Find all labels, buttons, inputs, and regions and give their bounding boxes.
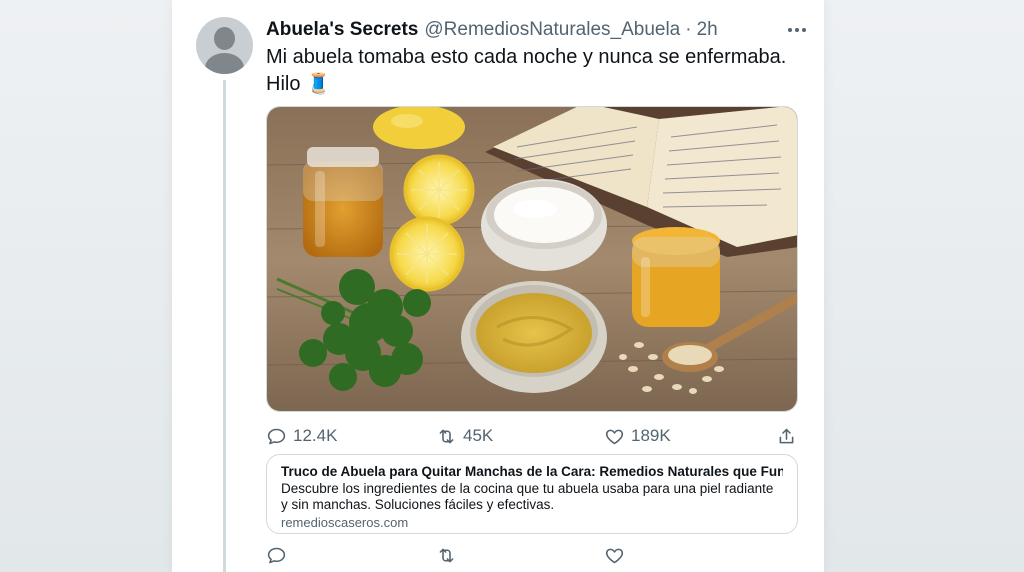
next-tweet-actions (266, 543, 798, 567)
retweet-count: 45K (463, 426, 494, 445)
tweet-media-image[interactable] (266, 106, 798, 412)
retweet-icon (439, 548, 454, 562)
like-count: 189K (631, 426, 671, 445)
remedies-photo (267, 107, 797, 411)
tweet-card: Abuela's Secrets @RemediosNaturales_Abue… (172, 0, 824, 572)
reply-button-2[interactable] (266, 543, 293, 567)
paste-bowl (461, 281, 607, 393)
retweet-button[interactable]: 45K (436, 424, 493, 448)
retweet-button-2[interactable] (436, 543, 463, 567)
reply-count: 12.4K (293, 426, 338, 445)
avatar[interactable] (196, 17, 253, 74)
background-left (0, 0, 172, 572)
timestamp[interactable]: 2h (697, 19, 718, 41)
like-button-2[interactable] (604, 543, 631, 567)
link-card-domain: remedioscaseros.com (281, 515, 409, 530)
yogurt-bowl (481, 179, 607, 271)
heart-icon (605, 429, 624, 444)
link-card-description: Descubre los ingredientes de la cocina q… (281, 481, 774, 512)
honey-jar (303, 147, 383, 257)
reply-icon (267, 547, 286, 563)
more-options-icon[interactable] (776, 17, 806, 43)
share-button[interactable] (776, 424, 803, 448)
reply-button[interactable]: 12.4K (266, 424, 337, 448)
share-icon (779, 428, 794, 443)
avatar-head-icon (214, 27, 235, 50)
reply-icon (267, 428, 286, 444)
avatar-body-icon (205, 53, 244, 74)
display-name[interactable]: Abuela's Secrets (266, 19, 418, 41)
link-card-title: Truco de Abuela para Quitar Manchas de l… (281, 464, 783, 479)
tweet-actions: 12.4K 45K 189K (266, 424, 798, 448)
link-preview-card[interactable]: Truco de Abuela para Quitar Manchas de l… (266, 454, 798, 534)
thread-line (223, 80, 226, 572)
like-button[interactable]: 189K (604, 424, 671, 448)
retweet-icon (439, 429, 454, 443)
separator-dot: · (685, 19, 692, 40)
turmeric-jar (632, 227, 720, 327)
lemon-whole (373, 107, 465, 149)
tweet-text: Mi abuela tomaba esto cada noche y nunca… (266, 46, 787, 95)
tweet-header: Abuela's Secrets @RemediosNaturales_Abue… (266, 17, 806, 43)
user-handle[interactable]: @RemediosNaturales_Abuela (424, 19, 680, 41)
background-right (824, 0, 1024, 572)
heart-icon (605, 548, 624, 563)
